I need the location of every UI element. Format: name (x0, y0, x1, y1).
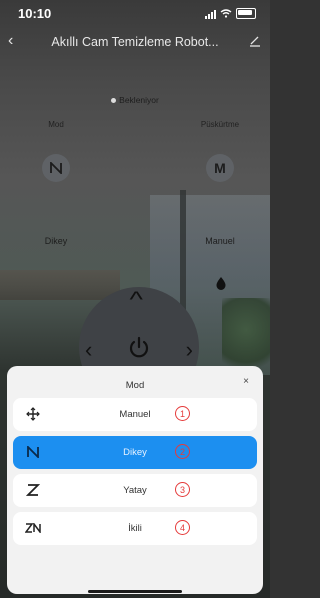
spray-label: Püskürtme (200, 120, 240, 129)
status-time: 10:10 (18, 6, 52, 21)
option-ikili[interactable]: İkili 4 (13, 512, 257, 545)
mode-button[interactable] (42, 154, 70, 182)
wifi-icon (220, 9, 232, 18)
nav-bar: ‹ Akıllı Cam Temizleme Robot... (0, 30, 270, 56)
power-icon[interactable] (126, 335, 152, 361)
manuel-value: Manuel (205, 236, 235, 246)
water-drop-icon[interactable] (215, 276, 227, 290)
mode-sheet: Mod × Manuel 1 Dikey 2 Yatay 3 İkili 4 (7, 366, 263, 594)
signal-icon (205, 9, 216, 19)
status-icons (205, 8, 256, 19)
back-icon[interactable]: ‹ (8, 32, 13, 50)
home-indicator[interactable] (88, 590, 182, 593)
sheet-title: Mod (125, 380, 145, 391)
background-shelf (0, 270, 120, 300)
option-manuel[interactable]: Manuel 1 (13, 398, 257, 431)
mode-value: Dikey (44, 236, 68, 246)
n-path-icon (50, 162, 62, 174)
arrow-right-icon[interactable]: › (186, 339, 193, 361)
option-yatay[interactable]: Yatay 3 (13, 474, 257, 507)
device-status: Bekleniyor (0, 95, 270, 105)
option-number-badge: 3 (175, 482, 190, 497)
arrow-up-icon[interactable]: ^ (129, 289, 142, 311)
page-title: Akıllı Cam Temizleme Robot... (51, 35, 219, 49)
option-number-badge: 2 (175, 444, 190, 459)
close-icon[interactable]: × (243, 376, 249, 387)
option-label: Manuel (119, 409, 151, 420)
app-screen: 10:10 ‹ Akıllı Cam Temizleme Robot... Be… (0, 0, 270, 598)
arrow-left-icon[interactable]: ‹ (85, 339, 92, 361)
mode-label: Mod (48, 120, 64, 129)
option-label: Yatay (123, 485, 147, 496)
device-status-text: Bekleniyor (119, 95, 159, 105)
option-label: İkili (128, 523, 142, 534)
option-label: Dikey (123, 447, 147, 458)
status-dot-icon (111, 98, 117, 104)
edit-icon[interactable] (248, 33, 262, 47)
status-bar: 10:10 (0, 0, 270, 28)
manuel-button[interactable]: M (206, 154, 234, 182)
option-number-badge: 1 (175, 406, 190, 421)
option-number-badge: 4 (175, 520, 190, 535)
battery-icon (236, 8, 256, 19)
option-dikey[interactable]: Dikey 2 (13, 436, 257, 469)
